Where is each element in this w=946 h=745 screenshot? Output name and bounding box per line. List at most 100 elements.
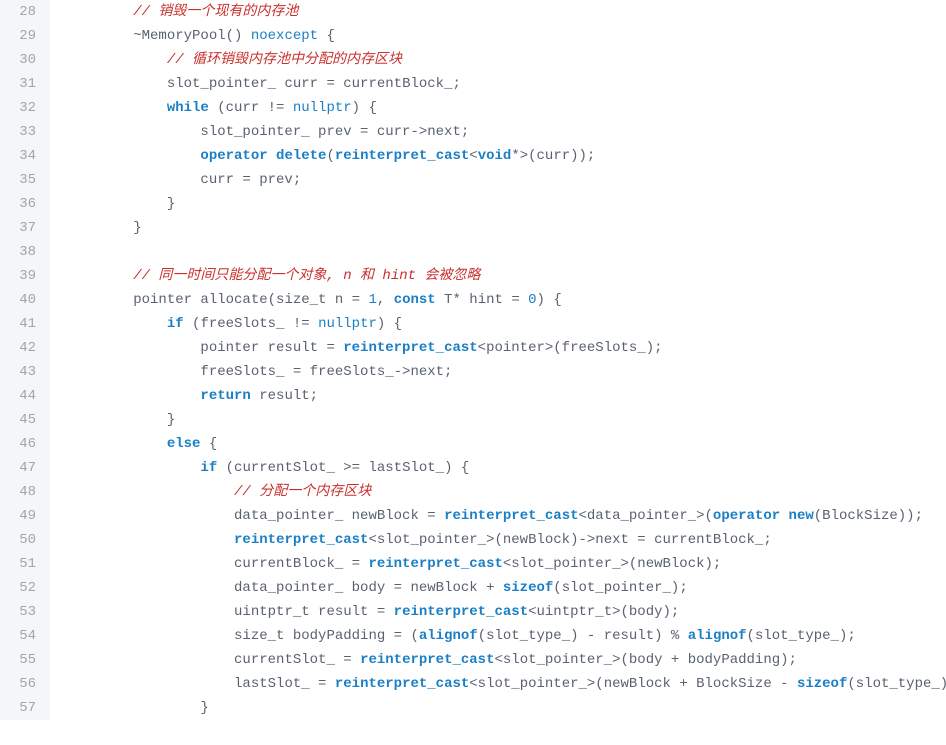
- token-punct: ,: [377, 292, 394, 308]
- token-ident: [268, 148, 276, 164]
- token-punct: ) {: [377, 316, 402, 332]
- line-number: 45: [10, 408, 36, 432]
- token-comment: // 循环销毁内存池中分配的内存区块: [167, 52, 402, 68]
- line-number: 57: [10, 696, 36, 720]
- token-ident: data_pointer_ body = newBlock +: [234, 580, 503, 596]
- token-ident: data_pointer_ newBlock =: [234, 508, 444, 524]
- line-number: 50: [10, 528, 36, 552]
- line-number: 33: [10, 120, 36, 144]
- code-line[interactable]: pointer allocate(size_t n = 1, const T* …: [66, 288, 946, 312]
- token-ident: pointer allocate(size_t n =: [133, 292, 368, 308]
- token-keyword-b: new: [789, 508, 814, 524]
- line-number: 48: [10, 480, 36, 504]
- code-line[interactable]: slot_pointer_ prev = curr->next;: [66, 120, 946, 144]
- code-line[interactable]: }: [66, 696, 946, 720]
- code-line[interactable]: // 销毁一个现有的内存池: [66, 0, 946, 24]
- token-number: 0: [528, 292, 536, 308]
- code-line[interactable]: // 循环销毁内存池中分配的内存区块: [66, 48, 946, 72]
- code-line[interactable]: ~MemoryPool() noexcept {: [66, 24, 946, 48]
- token-keyword-b: alignof: [688, 628, 747, 644]
- code-line[interactable]: // 同一时间只能分配一个对象, n 和 hint 会被忽略: [66, 264, 946, 288]
- token-ident: currentSlot_ =: [234, 652, 360, 668]
- code-area[interactable]: // 销毁一个现有的内存池 ~MemoryPool() noexcept { /…: [50, 0, 946, 720]
- token-keyword: noexcept: [251, 28, 318, 44]
- token-ident: <slot_pointer_>(newBlock + BlockSize -: [469, 676, 797, 692]
- token-ident: (slot_type_) +: [847, 676, 946, 692]
- token-keyword-b: reinterpret_cast: [343, 340, 477, 356]
- token-ident: <data_pointer_>(: [579, 508, 713, 524]
- line-number: 49: [10, 504, 36, 528]
- line-number-gutter: 2829303132333435363738394041424344454647…: [0, 0, 50, 720]
- code-line[interactable]: else {: [66, 432, 946, 456]
- token-ident: result;: [251, 388, 318, 404]
- code-line[interactable]: uintptr_t result = reinterpret_cast<uint…: [66, 600, 946, 624]
- line-number: 38: [10, 240, 36, 264]
- token-punct: {: [200, 436, 217, 452]
- code-line[interactable]: }: [66, 216, 946, 240]
- token-ident: slot_pointer_ curr = currentBlock_;: [167, 76, 461, 92]
- line-number: 28: [10, 0, 36, 24]
- line-number: 31: [10, 72, 36, 96]
- token-ident: (currentSlot_ >= lastSlot_) {: [217, 460, 469, 476]
- token-ident: (slot_type_) - result) %: [478, 628, 688, 644]
- token-ident: size_t bodyPadding = (: [234, 628, 419, 644]
- code-line[interactable]: if (currentSlot_ >= lastSlot_) {: [66, 456, 946, 480]
- code-line[interactable]: currentBlock_ = reinterpret_cast<slot_po…: [66, 552, 946, 576]
- token-keyword-b: if: [167, 316, 184, 332]
- code-line[interactable]: }: [66, 192, 946, 216]
- line-number: 42: [10, 336, 36, 360]
- code-line[interactable]: data_pointer_ body = newBlock + sizeof(s…: [66, 576, 946, 600]
- line-number: 43: [10, 360, 36, 384]
- line-number: 36: [10, 192, 36, 216]
- token-ident: currentBlock_ =: [234, 556, 368, 572]
- line-number: 35: [10, 168, 36, 192]
- line-number: 52: [10, 576, 36, 600]
- token-ident: <pointer>(freeSlots_);: [478, 340, 663, 356]
- code-line[interactable]: currentSlot_ = reinterpret_cast<slot_poi…: [66, 648, 946, 672]
- token-ident: (slot_pointer_);: [553, 580, 687, 596]
- code-line[interactable]: freeSlots_ = freeSlots_->next;: [66, 360, 946, 384]
- token-ident: [780, 508, 788, 524]
- token-ident: lastSlot_ =: [234, 676, 335, 692]
- token-comment: // 同一时间只能分配一个对象, n 和 hint 会被忽略: [133, 268, 480, 284]
- line-number: 41: [10, 312, 36, 336]
- token-ident: (BlockSize));: [814, 508, 923, 524]
- token-comment: // 分配一个内存区块: [234, 484, 371, 500]
- line-number: 29: [10, 24, 36, 48]
- token-keyword-b: reinterpret_cast: [335, 148, 469, 164]
- code-line[interactable]: lastSlot_ = reinterpret_cast<slot_pointe…: [66, 672, 946, 696]
- code-line[interactable]: while (curr != nullptr) {: [66, 96, 946, 120]
- token-keyword-b: reinterpret_cast: [335, 676, 469, 692]
- token-punct: ) {: [537, 292, 562, 308]
- token-keyword-b: reinterpret_cast: [394, 604, 528, 620]
- code-line[interactable]: data_pointer_ newBlock = reinterpret_cas…: [66, 504, 946, 528]
- line-number: 40: [10, 288, 36, 312]
- token-ident: <slot_pointer_>(newBlock);: [503, 556, 721, 572]
- token-keyword-b: while: [167, 100, 209, 116]
- token-keyword-b: alignof: [419, 628, 478, 644]
- line-number: 39: [10, 264, 36, 288]
- line-number: 34: [10, 144, 36, 168]
- code-line[interactable]: pointer result = reinterpret_cast<pointe…: [66, 336, 946, 360]
- code-line[interactable]: }: [66, 408, 946, 432]
- code-line[interactable]: operator delete(reinterpret_cast<void*>(…: [66, 144, 946, 168]
- token-ident: (freeSlots_ !=: [184, 316, 318, 332]
- line-number: 46: [10, 432, 36, 456]
- token-ident: curr = prev;: [200, 172, 301, 188]
- token-keyword-b: operator: [713, 508, 780, 524]
- token-keyword-b: reinterpret_cast: [444, 508, 578, 524]
- token-punct: }: [133, 220, 141, 236]
- line-number: 47: [10, 456, 36, 480]
- code-line[interactable]: reinterpret_cast<slot_pointer_>(newBlock…: [66, 528, 946, 552]
- code-line[interactable]: slot_pointer_ curr = currentBlock_;: [66, 72, 946, 96]
- code-line[interactable]: size_t bodyPadding = (alignof(slot_type_…: [66, 624, 946, 648]
- code-line[interactable]: if (freeSlots_ != nullptr) {: [66, 312, 946, 336]
- code-line[interactable]: curr = prev;: [66, 168, 946, 192]
- token-punct: }: [167, 412, 175, 428]
- code-line[interactable]: [66, 240, 946, 264]
- token-ident: (curr !=: [209, 100, 293, 116]
- code-line[interactable]: return result;: [66, 384, 946, 408]
- token-ident: uintptr_t result =: [234, 604, 394, 620]
- code-line[interactable]: // 分配一个内存区块: [66, 480, 946, 504]
- token-keyword-b: delete: [276, 148, 326, 164]
